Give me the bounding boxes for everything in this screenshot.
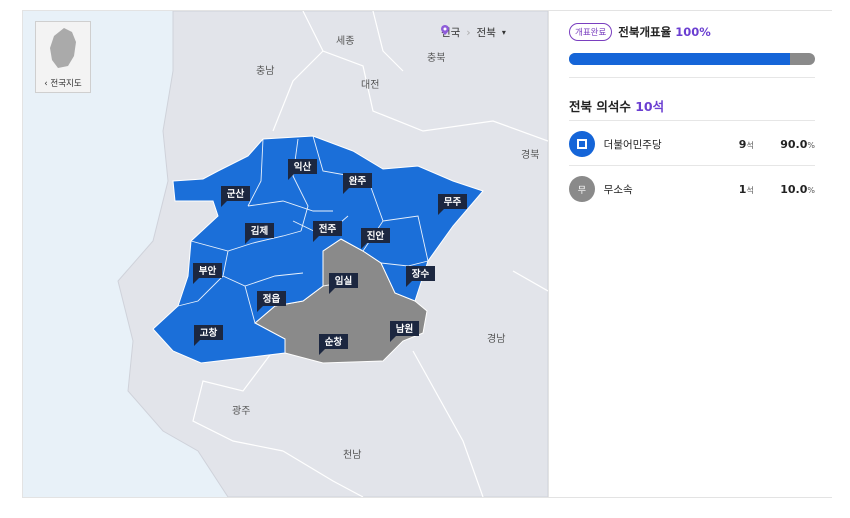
district-name: 고창 [200, 327, 218, 339]
korea-silhouette-icon [50, 28, 76, 68]
district-name: 진안 [367, 230, 385, 242]
map-svg: 세종 충남 대전 충북 경북 경남 광주 천남 익산군산 완주무주김제 전주진안부안… [117, 11, 548, 497]
party-logo-icon [569, 131, 595, 157]
district-name: 김제 [251, 225, 268, 237]
divider [569, 120, 815, 121]
location-pin-icon [441, 25, 449, 35]
party-name: 더불어민주당 [603, 138, 662, 151]
party-percentage: 10.0% [780, 182, 815, 196]
neighbor-label: 경남 [487, 332, 505, 345]
results-panel: 개표완료 전북개표율 100% 전북 의석수 10석 더불어민주당 9석 90.0%… [548, 11, 832, 497]
divider [569, 77, 815, 78]
party-row[interactable]: 더불어민주당 9석 90.0% [569, 124, 815, 164]
breadcrumb: 전국 › 전북 ▾ [441, 25, 506, 40]
status-badge: 개표완료 [569, 23, 613, 41]
seats-total: 10석 [635, 99, 665, 114]
seats-title: 전북 의석수 10석 [569, 96, 664, 115]
party-percentage: 90.0% [780, 137, 815, 151]
district-name: 부안 [199, 265, 217, 277]
district-name: 익산 [294, 161, 312, 173]
count-progress-fill [569, 53, 791, 65]
count-progress-bar [569, 53, 815, 65]
district-name: 정읍 [263, 293, 281, 305]
count-status: 개표완료 전북개표율 100% [569, 23, 711, 41]
back-button-label: ‹ 전국지도 [44, 79, 82, 89]
neighbor-label: 천남 [343, 449, 361, 461]
chevron-right-icon: › [466, 26, 471, 39]
status-title: 전북개표율 100% [618, 24, 710, 40]
caret-down-icon[interactable]: ▾ [502, 28, 506, 37]
seats-label: 전북 의석수 [569, 99, 631, 114]
seat-unit: 석 [746, 140, 754, 150]
divider [569, 165, 815, 166]
status-label: 전북개표율 [618, 25, 672, 39]
seat-unit: 석 [746, 185, 754, 195]
back-to-national-map-button[interactable]: ‹ 전국지도 [35, 21, 91, 93]
party-seats: 9석 [738, 137, 754, 151]
map-area: 세종 충남 대전 충북 경북 경남 광주 천남 익산군산 완주무주김제 전주진안부안… [23, 11, 548, 497]
district-name: 장수 [412, 268, 430, 280]
independent-icon: 무 [569, 176, 595, 202]
district-name: 남원 [396, 323, 413, 335]
neighbor-label: 경북 [521, 148, 539, 161]
district-name: 전주 [319, 223, 337, 235]
district-name: 순창 [325, 336, 343, 348]
district-name: 군산 [227, 188, 245, 200]
status-percentage: 100% [675, 25, 711, 39]
district-name: 임실 [335, 275, 353, 287]
percent-unit: % [807, 140, 815, 150]
district-name: 완주 [349, 175, 367, 187]
election-map-widget: 세종 충남 대전 충북 경북 경남 광주 천남 익산군산 완주무주김제 전주진안부안… [22, 10, 832, 498]
neighbor-label: 충남 [256, 65, 274, 77]
party-row[interactable]: 무 무소속 1석 10.0% [569, 169, 815, 209]
party-name: 무소속 [603, 183, 633, 196]
neighbor-label: 충북 [427, 52, 445, 64]
party-seats: 1석 [738, 182, 754, 196]
neighbor-label: 대전 [361, 79, 379, 91]
district-name: 무주 [444, 197, 462, 208]
neighbor-label: 세종 [336, 35, 354, 47]
breadcrumb-current[interactable]: 전북 [477, 25, 496, 40]
percent-unit: % [807, 185, 815, 195]
neighbor-label: 광주 [232, 405, 250, 417]
